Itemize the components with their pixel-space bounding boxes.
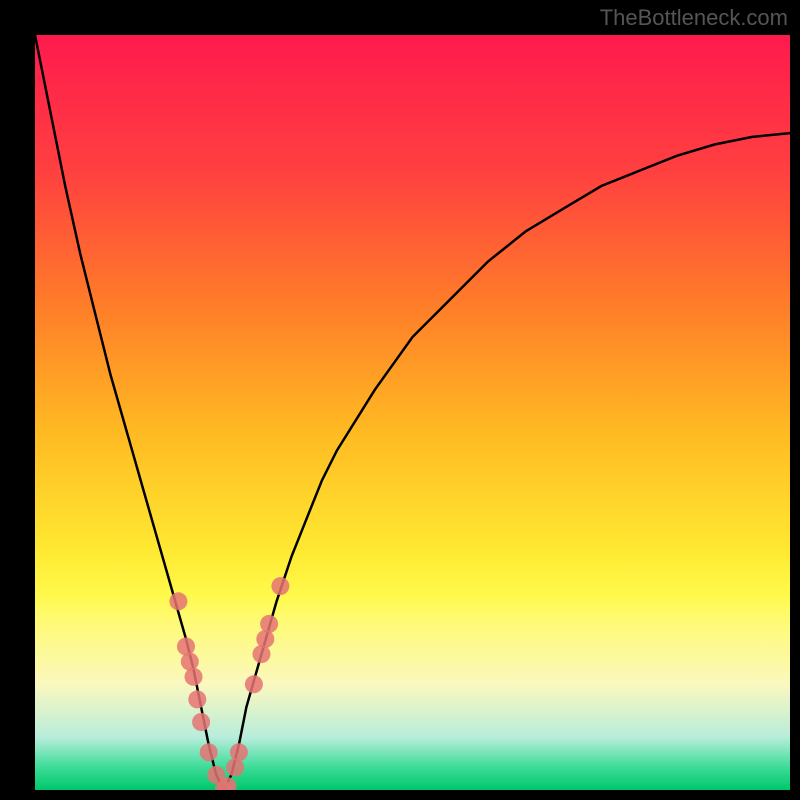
data-marker — [271, 577, 289, 595]
watermark-text: TheBottleneck.com — [600, 5, 788, 31]
data-marker — [169, 592, 187, 610]
data-marker — [260, 615, 278, 633]
chart-plot-area — [35, 35, 790, 790]
data-marker — [253, 645, 271, 663]
data-marker — [256, 630, 274, 648]
data-marker — [185, 668, 203, 686]
data-marker — [200, 743, 218, 761]
curve-overlay — [35, 35, 790, 790]
data-marker — [226, 758, 244, 776]
data-marker — [177, 638, 195, 656]
data-marker — [188, 690, 206, 708]
data-markers — [169, 577, 289, 790]
data-marker — [230, 743, 248, 761]
bottleneck-curve — [35, 35, 790, 790]
data-marker — [181, 653, 199, 671]
data-marker — [192, 713, 210, 731]
data-marker — [245, 675, 263, 693]
